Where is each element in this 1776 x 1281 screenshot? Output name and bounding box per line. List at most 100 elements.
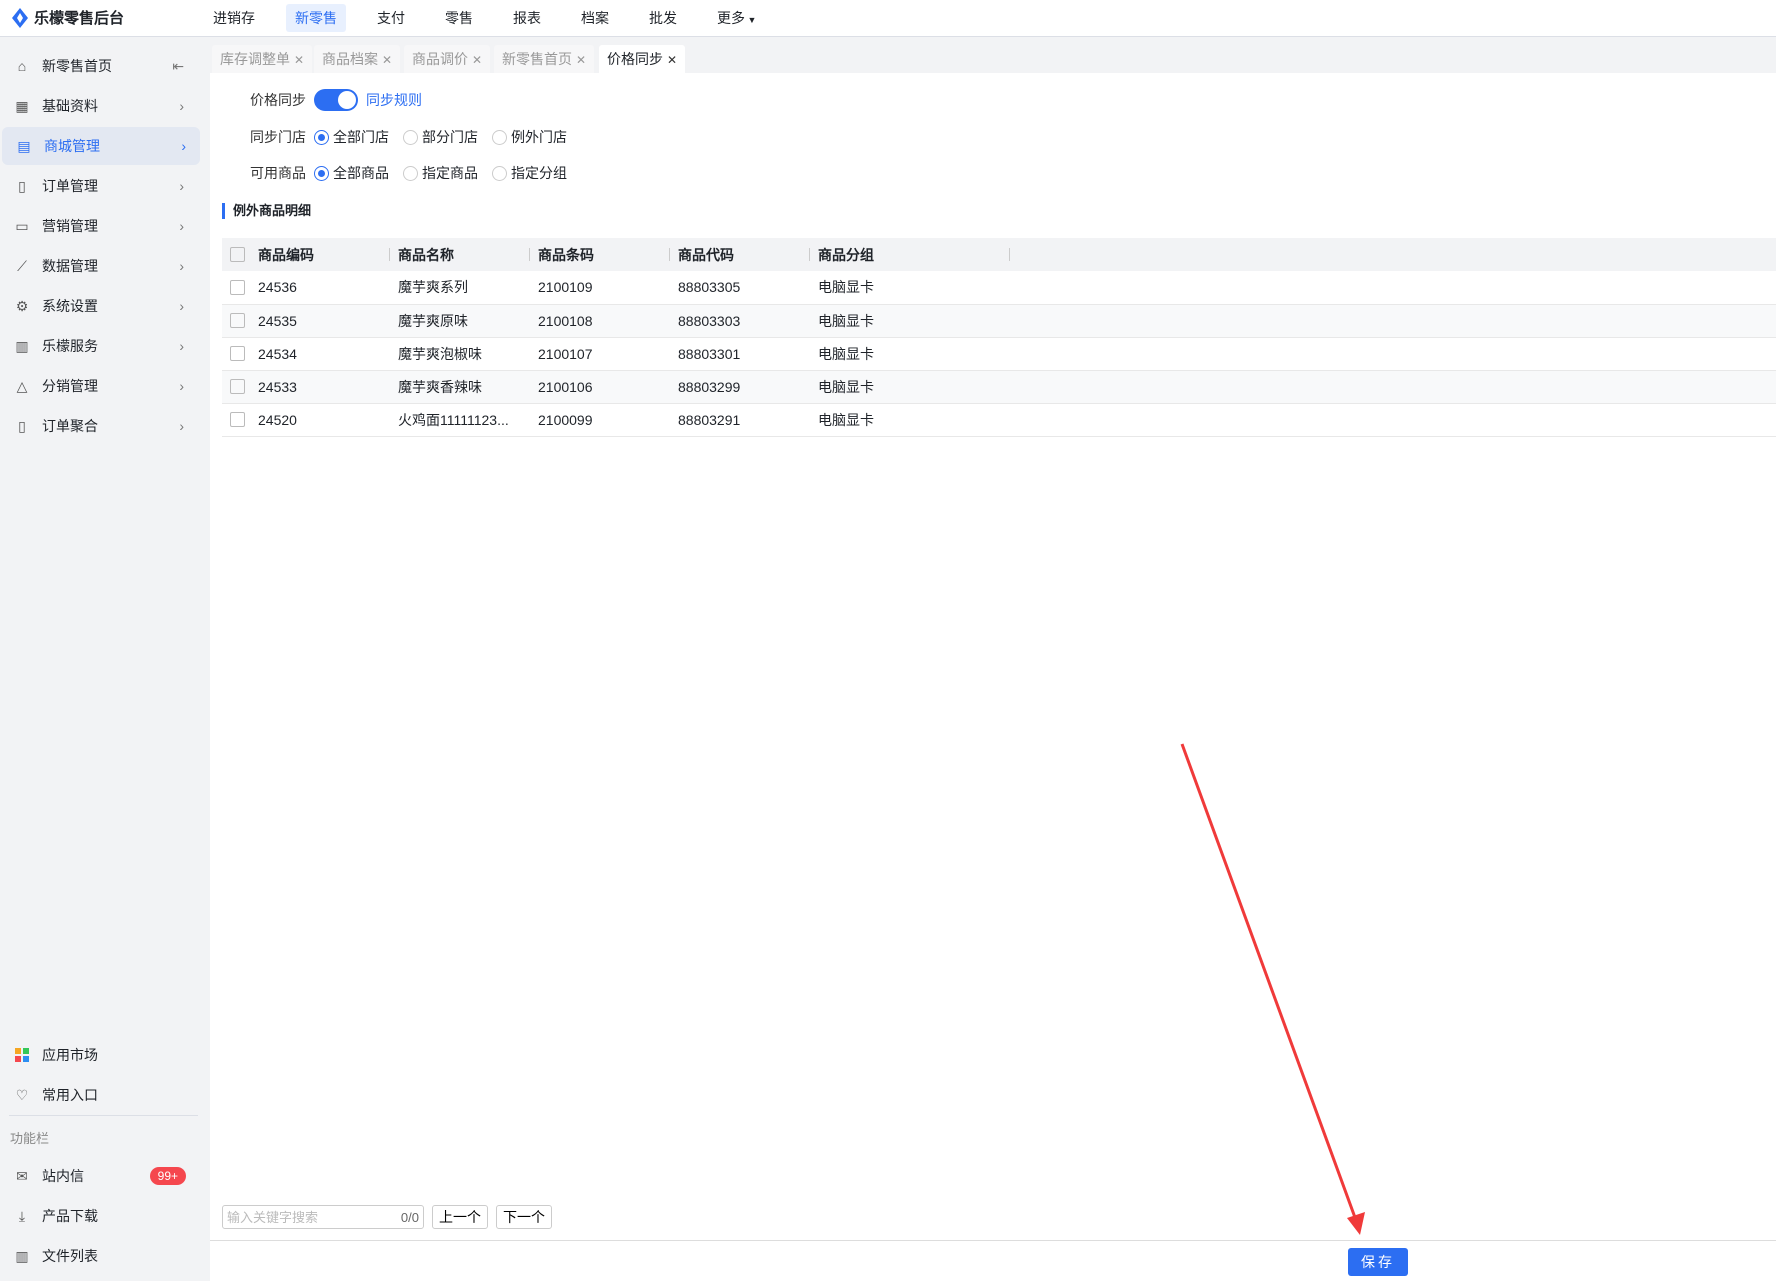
radio-specified-group[interactable]: 指定分组 [492,163,567,183]
table-row[interactable]: 24520 火鸡面11111123... 2100099 88803291 电脑显卡 [222,403,1776,437]
keyword-search[interactable]: 0/0 [222,1205,424,1229]
nav-item[interactable]: 支付 [368,4,414,32]
table-cell: 88803299 [670,370,810,404]
table-row[interactable]: 24534 魔芋爽泡椒味 2100107 88803301 电脑显卡 [222,337,1776,371]
close-icon[interactable]: ✕ [294,53,304,67]
sidebar-item-settings[interactable]: ⚙ 系统设置 › [0,287,198,325]
sidebar-favorites[interactable]: ♡ 常用入口 [0,1076,198,1114]
table-row[interactable]: 24535 魔芋爽原味 2100108 88803303 电脑显卡 [222,304,1776,338]
radio-specified-goods[interactable]: 指定商品 [403,163,478,183]
nav-item[interactable]: 批发 [640,4,686,32]
tab-label: 价格同步 [607,51,663,67]
tab[interactable]: 新零售首页 ✕ [494,45,595,73]
table-cell: 火鸡面11111123... [390,403,530,437]
select-all-checkbox[interactable] [230,247,245,262]
sidebar: ⌂ 新零售首页 ⇤ ▦ 基础资料 › ▤ 商城管理 › ▯ 订单管理 › ▭ 营销管理 › ⟋ 数据管… [0,37,210,1281]
sidebar-app-market[interactable]: 应用市场 [0,1036,198,1074]
column-header[interactable]: 商品编码 [250,238,390,271]
section-label: 功能栏 [10,1131,50,1146]
chevron-right-icon: › [179,98,184,114]
radio-checked [314,165,329,181]
search-input[interactable] [227,1209,401,1225]
tab-active[interactable]: 价格同步 ✕ [599,45,686,73]
table-cell: 电脑显卡 [810,304,1010,338]
table-cell: 88803305 [670,271,810,305]
sidebar-item-service[interactable]: ▥ 乐檬服务 › [0,327,198,365]
table-cell: 魔芋爽原味 [390,304,530,338]
radio-all-stores[interactable]: 全部门店 [314,127,389,147]
column-header[interactable]: 商品分组 [810,238,1010,271]
radio-label: 全部商品 [333,165,389,181]
radio-except-stores[interactable]: 例外门店 [492,127,567,147]
row-checkbox[interactable] [230,412,245,427]
gear-icon: ⚙ [15,297,29,314]
tab[interactable]: 库存调整单 ✕ [212,45,313,73]
sidebar-item-distribution[interactable]: △ 分销管理 › [0,367,198,405]
sidebar-files[interactable]: ▥ 文件列表 [0,1237,198,1275]
nav-item[interactable]: 进销存 [204,4,264,32]
nav-item[interactable]: 报表 [504,4,550,32]
sidebar-download[interactable]: ⤓ 产品下载 [0,1197,198,1235]
sidebar-item-basic[interactable]: ▦ 基础资料 › [0,87,198,125]
bar-chart-icon: ▥ [15,1247,29,1264]
section-title: 例外商品明细 [222,203,311,219]
tab[interactable]: 商品调价 ✕ [404,45,491,73]
nav-more[interactable]: 更多 ▼ [708,4,765,32]
sidebar-item-label: 系统设置 [42,298,98,314]
radio-all-goods[interactable]: 全部商品 [314,163,389,183]
field-label: 价格同步 [250,92,306,108]
table-cell: 24520 [250,403,390,437]
close-icon[interactable]: ✕ [472,53,482,67]
field-label: 可用商品 [250,165,306,181]
nav-item-active[interactable]: 新零售 [286,4,346,32]
nav-item[interactable]: 档案 [572,4,618,32]
column-header[interactable]: 商品代码 [670,238,810,271]
collapse-icon[interactable]: ⇤ [172,58,184,75]
sync-rule-link[interactable]: 同步规则 [366,90,422,110]
column-header[interactable]: 商品条码 [530,238,670,271]
page-tabs: 库存调整单 ✕ 商品档案 ✕ 商品调价 ✕ 新零售首页 ✕ 价格同步 ✕ [210,37,1776,73]
row-checkbox[interactable] [230,279,245,295]
tab[interactable]: 商品档案 ✕ [314,45,401,73]
prev-button[interactable]: 上一个 [432,1205,488,1229]
save-button[interactable]: 保存 [1348,1248,1408,1276]
table-cell: 24533 [250,370,390,404]
sidebar-item-label: 常用入口 [42,1087,98,1103]
field-label: 同步门店 [250,129,306,145]
radio-label: 全部门店 [333,129,389,145]
select-all-cell [222,238,250,271]
table-row[interactable]: 24536 魔芋爽系列 2100109 88803305 电脑显卡 [222,271,1776,305]
close-icon[interactable]: ✕ [382,53,392,67]
close-icon[interactable]: ✕ [576,53,586,67]
chevron-right-icon: › [179,378,184,394]
sidebar-item-orders[interactable]: ▯ 订单管理 › [0,167,198,205]
price-sync-toggle[interactable] [314,89,358,111]
row-checkbox[interactable] [230,313,245,328]
search-bar: 0/0 上一个 下一个 [222,1205,552,1229]
radio-some-stores[interactable]: 部分门店 [403,127,478,147]
close-icon[interactable]: ✕ [667,53,677,67]
radio-label: 部分门店 [422,129,478,145]
next-button[interactable]: 下一个 [496,1205,552,1229]
table-row[interactable]: 24533 魔芋爽香辣味 2100106 88803299 电脑显卡 [222,370,1776,404]
row-checkbox[interactable] [230,379,245,394]
tab-label: 新零售首页 [502,51,572,67]
sidebar-item-aggregate[interactable]: ▯ 订单聚合 › [0,407,198,445]
sidebar-item-label: 新零售首页 [42,58,112,74]
row-checkbox[interactable] [230,346,245,361]
top-nav: 进销存 新零售 支付 零售 报表 档案 批发 更多 ▼ [204,4,787,32]
radio-checked [314,129,329,145]
app-logo[interactable]: 乐檬零售后台 [12,7,124,28]
table-cell-filler [1010,304,1776,338]
chevron-right-icon: › [179,298,184,314]
nav-item[interactable]: 零售 [436,4,482,32]
sidebar-item-mall[interactable]: ▤ 商城管理 › [2,127,200,165]
table-cell: 88803303 [670,304,810,338]
sidebar-item-data[interactable]: ⟋ 数据管理 › [0,247,198,285]
row-select-cell [222,403,250,437]
sidebar-item-home[interactable]: ⌂ 新零售首页 ⇤ [0,47,198,85]
sidebar-messages[interactable]: ✉ 站内信 99+ [0,1157,198,1195]
sidebar-item-marketing[interactable]: ▭ 营销管理 › [0,207,198,245]
sidebar-item-label: 商城管理 [44,138,100,154]
column-header[interactable]: 商品名称 [390,238,530,271]
